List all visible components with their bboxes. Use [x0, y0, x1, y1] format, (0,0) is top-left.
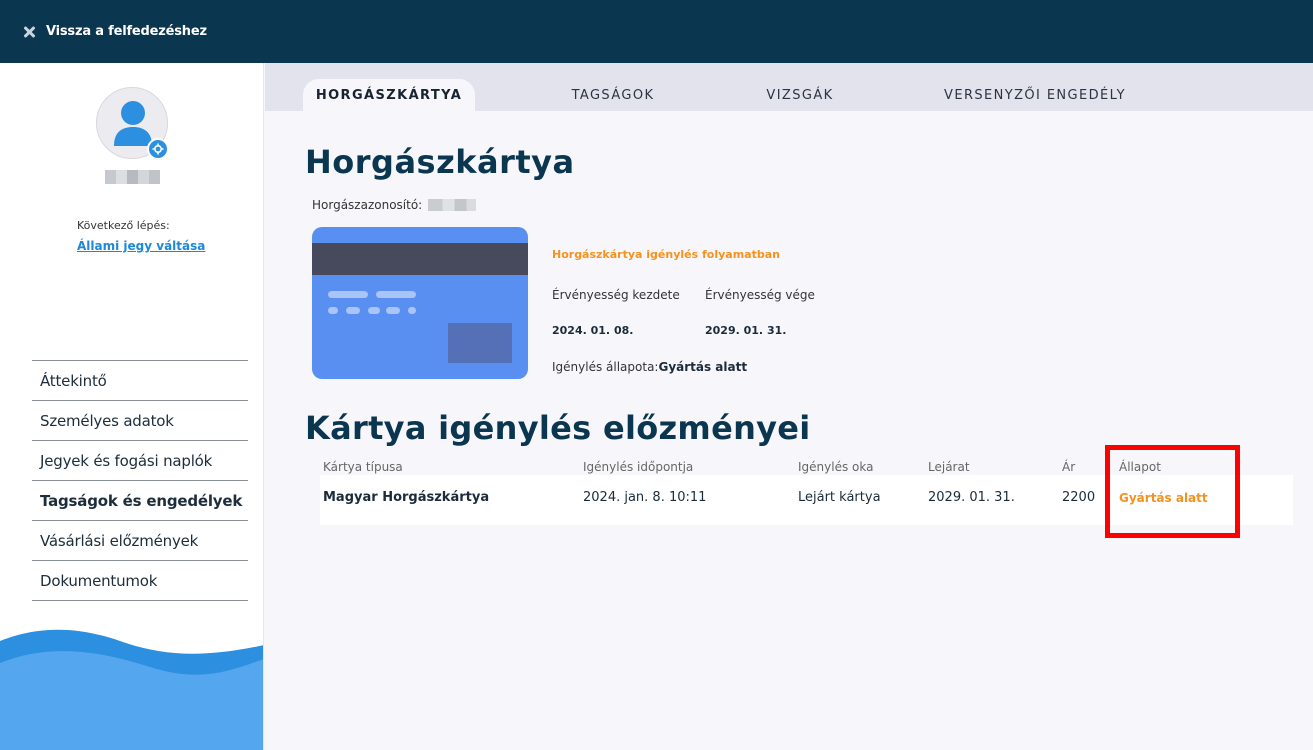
cell-request-reason: Lejárt kártya [798, 490, 881, 505]
angler-id-label: Horgászazonosító: [312, 198, 423, 212]
valid-from-value: 2024. 01. 08. [552, 324, 634, 337]
sidebar-nav: Áttekintő Személyes adatok Jegyek és fog… [32, 360, 248, 601]
tab-competitor-license[interactable]: VERSENYZŐI ENGEDÉLY [925, 79, 1145, 111]
tab-fishing-card[interactable]: HORGÁSZKÁRTYA [303, 79, 475, 111]
settings-gear-icon[interactable] [147, 138, 169, 160]
angler-id-redacted [428, 199, 477, 211]
cell-expiry: 2029. 01. 31. [928, 490, 1015, 505]
sidebar-item-memberships[interactable]: Tagságok és engedélyek [32, 481, 248, 521]
valid-to-label: Érvényesség vége [705, 288, 815, 302]
cell-request-time: 2024. jan. 8. 10:11 [583, 490, 707, 505]
avatar [96, 87, 169, 160]
card-dot [386, 307, 400, 314]
cell-price: 2200 [1062, 490, 1096, 505]
decorative-wave [0, 629, 263, 750]
sidebar-item-personal-data[interactable]: Személyes adatok [32, 401, 248, 441]
card-request-status-title: Horgászkártya igénylés folyamatban [552, 248, 780, 261]
valid-from-label: Érvényesség kezdete [552, 288, 680, 302]
valid-to-value: 2029. 01. 31. [705, 324, 787, 337]
column-header-request-reason: Igénylés oka [798, 460, 874, 474]
card-illustration [312, 227, 528, 379]
sidebar-item-overview[interactable]: Áttekintő [32, 361, 248, 401]
top-bar: Vissza a felfedezéshez [0, 0, 1313, 63]
angler-id-row: Horgászazonosító: [312, 198, 477, 212]
column-header-price: Ár [1062, 460, 1076, 474]
card-dot [408, 307, 416, 314]
sidebar-item-purchase-history[interactable]: Vásárlási előzmények [32, 521, 248, 561]
card-dot [368, 307, 380, 314]
request-state-line: Igénylés állapota:Gyártás alatt [552, 360, 747, 374]
sidebar: Következő lépés: Állami jegy váltása Átt… [0, 63, 264, 750]
history-title: Kártya igénylés előzményei [305, 409, 811, 447]
sidebar-item-tickets-logs[interactable]: Jegyek és fogási naplók [32, 441, 248, 481]
tab-bar: HORGÁSZKÁRTYA TAGSÁGOK VIZSGÁK VERSENYZŐ… [265, 63, 1313, 111]
card-chip [448, 323, 512, 363]
tab-exams[interactable]: VIZSGÁK [745, 79, 855, 111]
username-redacted [105, 170, 160, 184]
main-content: HORGÁSZKÁRTYA TAGSÁGOK VIZSGÁK VERSENYZŐ… [265, 63, 1313, 750]
cell-card-type: Magyar Horgászkártya [323, 490, 490, 505]
card-line [376, 291, 416, 298]
card-line [328, 291, 368, 298]
next-step-label: Következő lépés: [77, 219, 170, 232]
page-title: Horgászkártya [305, 143, 575, 181]
column-header-expiry: Lejárat [928, 460, 970, 474]
request-state-label: Igénylés állapota: [552, 360, 659, 374]
tab-memberships[interactable]: TAGSÁGOK [545, 79, 681, 111]
next-step-link[interactable]: Állami jegy váltása [77, 239, 205, 253]
status-highlight-box [1105, 445, 1240, 538]
column-header-request-time: Igénylés időpontja [583, 460, 694, 474]
request-state-value: Gyártás alatt [658, 360, 748, 374]
sidebar-item-documents[interactable]: Dokumentumok [32, 561, 248, 601]
back-to-explore-link[interactable]: Vissza a felfedezéshez [46, 24, 207, 39]
card-magnetic-stripe [312, 243, 528, 275]
card-dot [328, 307, 338, 314]
close-icon[interactable] [22, 25, 36, 39]
column-header-card-type: Kártya típusa [323, 460, 403, 474]
card-dot [346, 307, 360, 314]
